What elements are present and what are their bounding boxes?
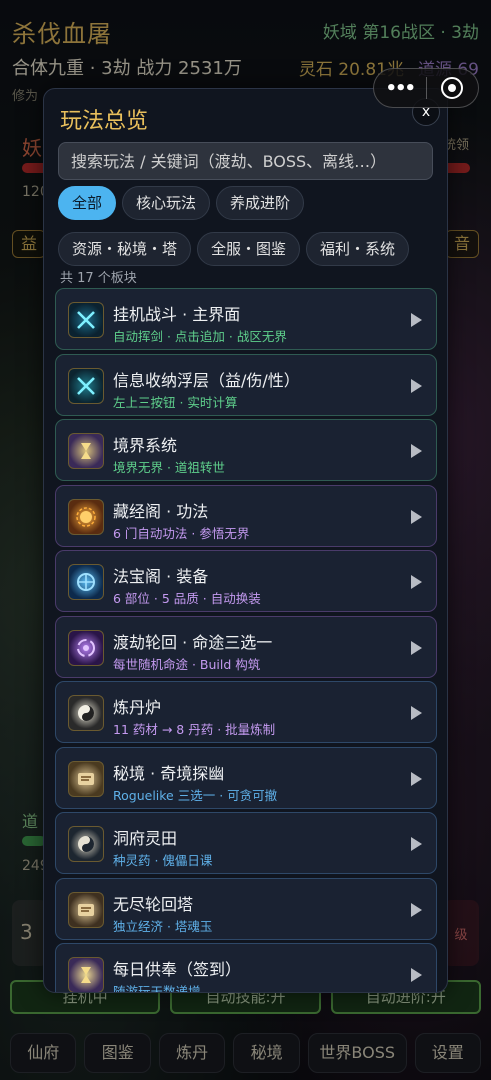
item-name: 法宝阁 · 装备 [113, 567, 209, 586]
chevron-right-icon [411, 968, 422, 982]
scroll-icon [68, 891, 104, 928]
miniprogram-capsule: ••• [373, 68, 479, 108]
list-item[interactable]: 藏经阁 · 功法 6 门自动功法 · 参悟无界 [55, 484, 437, 547]
list-item[interactable]: 信息收纳浮层（益/伤/性） 左上三按钮 · 实时计算 [55, 353, 437, 416]
list-item[interactable]: 每日供奉（签到） 随游玩天数递增 [55, 943, 437, 993]
item-name: 藏经阁 · 功法 [113, 501, 209, 521]
list-item[interactable]: 秘境 · 奇境探幽 Roguelike 三选一 · 可贪可撤 [55, 746, 437, 809]
list-item[interactable]: 渡劫轮回 · 命途三选一 每世随机命途 · Build 构筑 [55, 615, 437, 678]
modal-title: 玩法总览 [60, 109, 149, 134]
list-item[interactable]: 炼丹炉 11 药材 → 8 丹药 · 批量炼制 [55, 681, 437, 743]
chevron-right-icon [411, 837, 422, 851]
filter-growth[interactable]: 养成进阶 [216, 186, 305, 220]
chevron-right-icon [411, 575, 422, 589]
chevron-right-icon [411, 444, 422, 458]
chevron-right-icon [411, 313, 422, 327]
lotus-icon [68, 498, 104, 535]
search-input[interactable] [58, 142, 433, 180]
list-item[interactable]: 境界系统 境界无界 · 道祖转世 [55, 419, 437, 481]
item-name: 无尽轮回塔 [113, 894, 194, 914]
item-desc: 每世随机命途 · Build 构筑 [113, 656, 261, 672]
chevron-right-icon [411, 771, 422, 786]
more-menu-icon[interactable]: ••• [374, 78, 426, 99]
treasure-orb-icon [68, 564, 104, 600]
hourglass-icon [68, 433, 104, 469]
item-desc: 种灵药 · 傀儡日课 [113, 853, 213, 868]
close-miniprogram-button[interactable] [427, 77, 479, 99]
gameplay-overview-modal: 玩法总览 x 全部 核心玩法 养成进阶 资源・秘境・塔 全服・图鉴 福利・系统 … [43, 88, 448, 993]
item-desc: 11 药材 → 8 丹药 · 批量炼制 [113, 722, 276, 737]
yin-yang-icon [68, 695, 104, 731]
chevron-right-icon [411, 509, 422, 524]
filter-server-codex[interactable]: 全服・图鉴 [197, 232, 301, 266]
item-desc: 6 部位 · 5 品质 · 自动换装 [113, 591, 261, 606]
yin-yang-icon [68, 826, 104, 862]
item-name: 渡劫轮回 · 命途三选一 [113, 632, 273, 652]
item-name: 每日供奉（签到） [113, 960, 242, 979]
list-item[interactable]: 法宝阁 · 装备 6 部位 · 5 品质 · 自动换装 [55, 550, 437, 612]
scroll-icon [68, 760, 104, 797]
chevron-right-icon [411, 706, 422, 720]
list-item[interactable]: 挂机战斗 · 主界面 自动挥剑 · 点击追加 · 战区无界 [55, 288, 437, 350]
chevron-right-icon [411, 902, 422, 917]
filter-resources[interactable]: 资源・秘境・塔 [58, 232, 192, 266]
item-desc: 左上三按钮 · 实时计算 [113, 394, 238, 410]
item-desc: 6 门自动功法 · 参悟无界 [113, 525, 250, 541]
item-name: 挂机战斗 · 主界面 [113, 305, 241, 324]
item-name: 洞府灵田 [113, 829, 178, 848]
item-desc: 独立经济 · 塔魂玉 [113, 918, 213, 934]
item-desc: Roguelike 三选一 · 可贪可撤 [113, 787, 278, 803]
filter-chips: 全部 核心玩法 养成进阶 资源・秘境・塔 全服・图鉴 福利・系统 [58, 186, 438, 266]
item-name: 信息收纳浮层（益/伤/性） [113, 370, 300, 390]
filter-welfare-system[interactable]: 福利・系统 [306, 232, 410, 266]
item-name: 境界系统 [113, 436, 178, 455]
chevron-right-icon [411, 378, 422, 393]
filter-all[interactable]: 全部 [58, 186, 117, 220]
chevron-right-icon [411, 640, 422, 655]
crossed-swords-icon [68, 302, 104, 338]
vortex-icon [68, 629, 104, 666]
section-count: 共 17 个板块 [60, 271, 137, 286]
item-desc: 随游玩天数递增 [113, 984, 201, 993]
section-list: 挂机战斗 · 主界面 自动挥剑 · 点击追加 · 战区无界 信息收纳浮层（益/伤… [55, 288, 437, 993]
item-name: 炼丹炉 [113, 698, 162, 717]
item-desc: 自动挥剑 · 点击追加 · 战区无界 [113, 329, 287, 344]
crossed-swords-icon [68, 367, 104, 404]
filter-core[interactable]: 核心玩法 [122, 186, 211, 220]
target-icon [441, 77, 464, 99]
list-item[interactable]: 洞府灵田 种灵药 · 傀儡日课 [55, 812, 437, 874]
item-desc: 境界无界 · 道祖转世 [113, 460, 225, 475]
list-item[interactable]: 无尽轮回塔 独立经济 · 塔魂玉 [55, 877, 437, 940]
hourglass-icon [68, 957, 104, 992]
item-name: 秘境 · 奇境探幽 [113, 763, 225, 783]
